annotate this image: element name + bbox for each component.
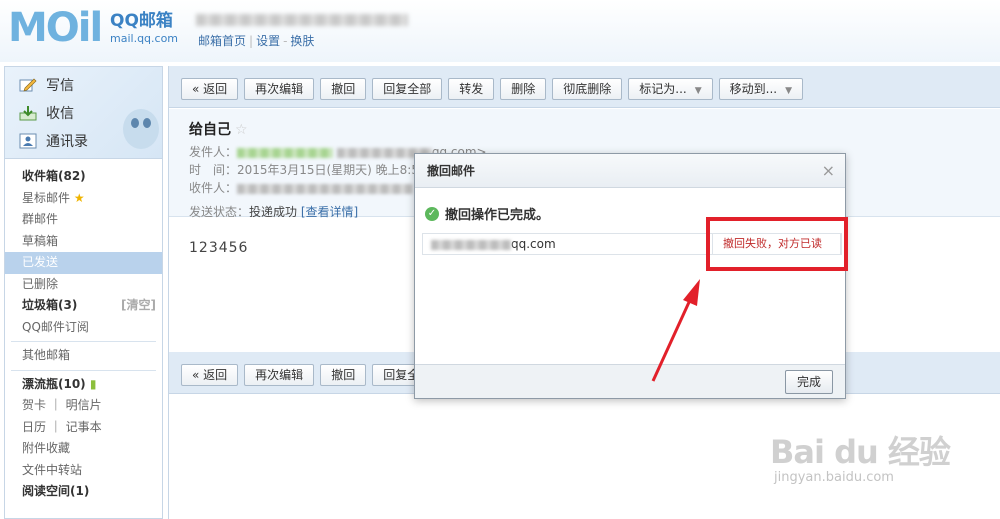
baidu-jingyan-watermark: Bai du 经验 jingyan.baidu.com: [770, 433, 951, 485]
watermark-url: jingyan.baidu.com: [774, 470, 894, 485]
watermark-title: Bai du 经验: [770, 433, 951, 471]
